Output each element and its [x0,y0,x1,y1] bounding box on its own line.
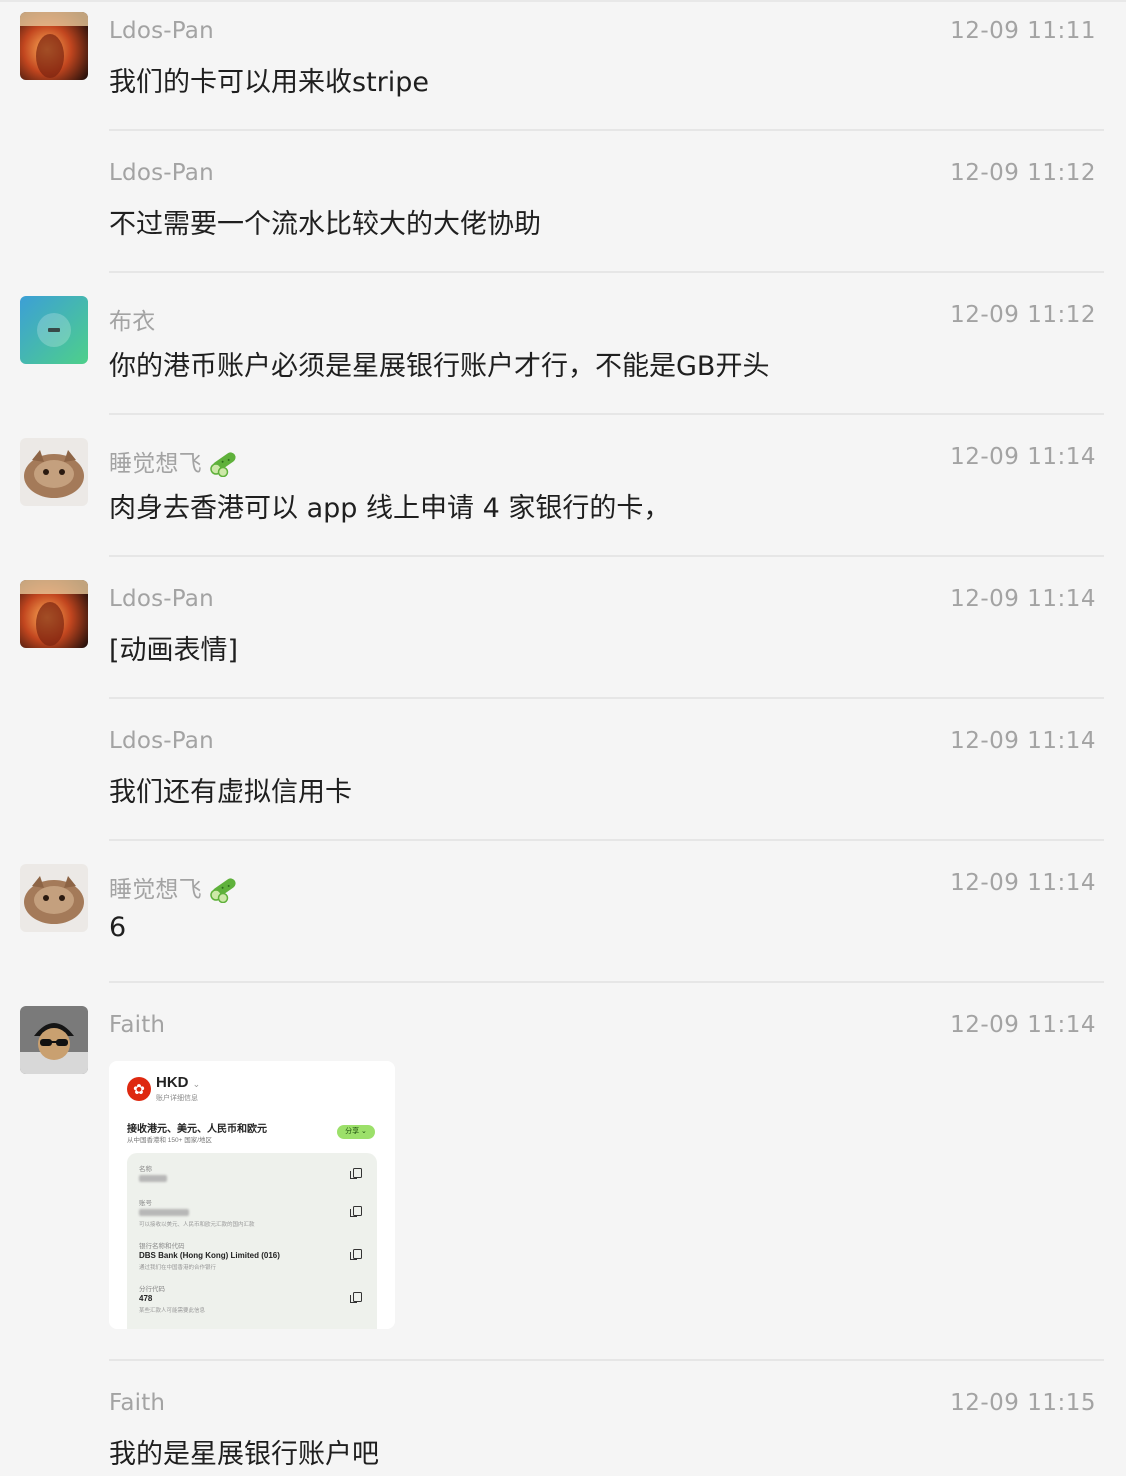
copy-icon[interactable] [350,1206,362,1217]
sender-name: Ldos-Pan [109,586,214,612]
divider [109,129,1104,131]
message-text: [动画表情] [109,635,239,666]
avatar-buyi[interactable] [20,296,88,364]
divider [109,839,1104,841]
field-note-bank: 通过我们在中国香港的合作银行 [139,1265,217,1271]
avatar-ldos-pan[interactable] [20,12,88,80]
avatar-cat[interactable] [20,438,88,506]
message-text: 我们的卡可以用来收stripe [109,67,430,98]
field-label-name: 名称 [139,1166,152,1173]
currency-label: HKD ⌄ [156,1074,201,1091]
message-text: 不过需要一个流水比较大的大佬协助 [109,209,541,240]
account-details-panel: 名称 账号 可以接收以美元、人民币和欧元汇款的国内汇款 银行名称和代码 DBS … [127,1153,377,1329]
sender-name: Ldos-Pan [109,728,214,754]
avatar-cat[interactable] [20,864,88,932]
redacted-name [139,1175,167,1182]
image-message-hkd-account[interactable]: ✿ HKD ⌄ 账户详细信息 接收港元、美元、人民币和欧元 从中国香港和 150… [109,1061,395,1329]
message-time: 12-09 11:14 [950,444,1096,470]
sender-name: 睡觉想飞 [109,870,240,909]
share-button[interactable]: 分享 ⌄ [337,1125,375,1139]
receive-heading: 接收港元、美元、人民币和欧元 [127,1124,267,1135]
cucumber-icon [208,873,240,909]
divider [109,555,1104,557]
divider [109,981,1104,983]
sender-name: 睡觉想飞 [109,444,240,483]
copy-icon[interactable] [350,1168,362,1179]
cucumber-icon [208,447,240,483]
sender-name: Ldos-Pan [109,18,214,44]
top-border [0,0,1126,2]
message-text: 肉身去香港可以 app 线上申请 4 家银行的卡， [109,493,671,524]
message-text: 我们还有虚拟信用卡 [109,777,352,808]
copy-icon[interactable] [350,1292,362,1303]
message-text: 你的港币账户必须是星展银行账户才行，不能是GB开头 [109,351,770,382]
message-time: 12-09 11:12 [950,302,1096,328]
message-time: 12-09 11:14 [950,728,1096,754]
field-label-account: 账号 [139,1200,152,1207]
copy-icon[interactable] [350,1249,362,1260]
divider [109,271,1104,273]
message-time: 12-09 11:11 [950,18,1096,44]
message-time: 12-09 11:14 [950,1012,1096,1038]
field-label-bank: 银行名称和代码 [139,1243,185,1250]
avatar-faith[interactable] [20,1006,88,1074]
field-label-branch: 分行代码 [139,1286,165,1293]
chevron-down-icon: ⌄ [192,1079,201,1089]
field-value-bank: DBS Bank (Hong Kong) Limited (016) [139,1251,280,1260]
hong-kong-flag-icon: ✿ [127,1077,151,1101]
message-time: 12-09 11:12 [950,160,1096,186]
sender-name: Faith [109,1012,166,1038]
field-note-branch: 某些汇款人可能需要此信息 [139,1308,206,1314]
sender-name: 布衣 [109,309,156,335]
receive-subheading: 从中国香港和 150+ 国家/地区 [127,1137,213,1144]
field-note-account: 可以接收以美元、人民币和欧元汇款的国内汇款 [139,1222,255,1228]
sender-name: Ldos-Pan [109,160,214,186]
divider [109,413,1104,415]
message-time: 12-09 11:15 [950,1390,1096,1416]
divider [109,1359,1104,1361]
redacted-account [139,1209,189,1216]
divider [109,697,1104,699]
message-text: 我的是星展银行账户吧 [109,1439,379,1470]
message-text: 6 [109,912,127,943]
sender-name: Faith [109,1390,166,1416]
currency-subtitle: 账户详细信息 [156,1095,198,1102]
message-time: 12-09 11:14 [950,586,1096,612]
avatar-ldos-pan[interactable] [20,580,88,648]
field-value-branch: 478 [139,1294,153,1303]
message-time: 12-09 11:14 [950,870,1096,896]
